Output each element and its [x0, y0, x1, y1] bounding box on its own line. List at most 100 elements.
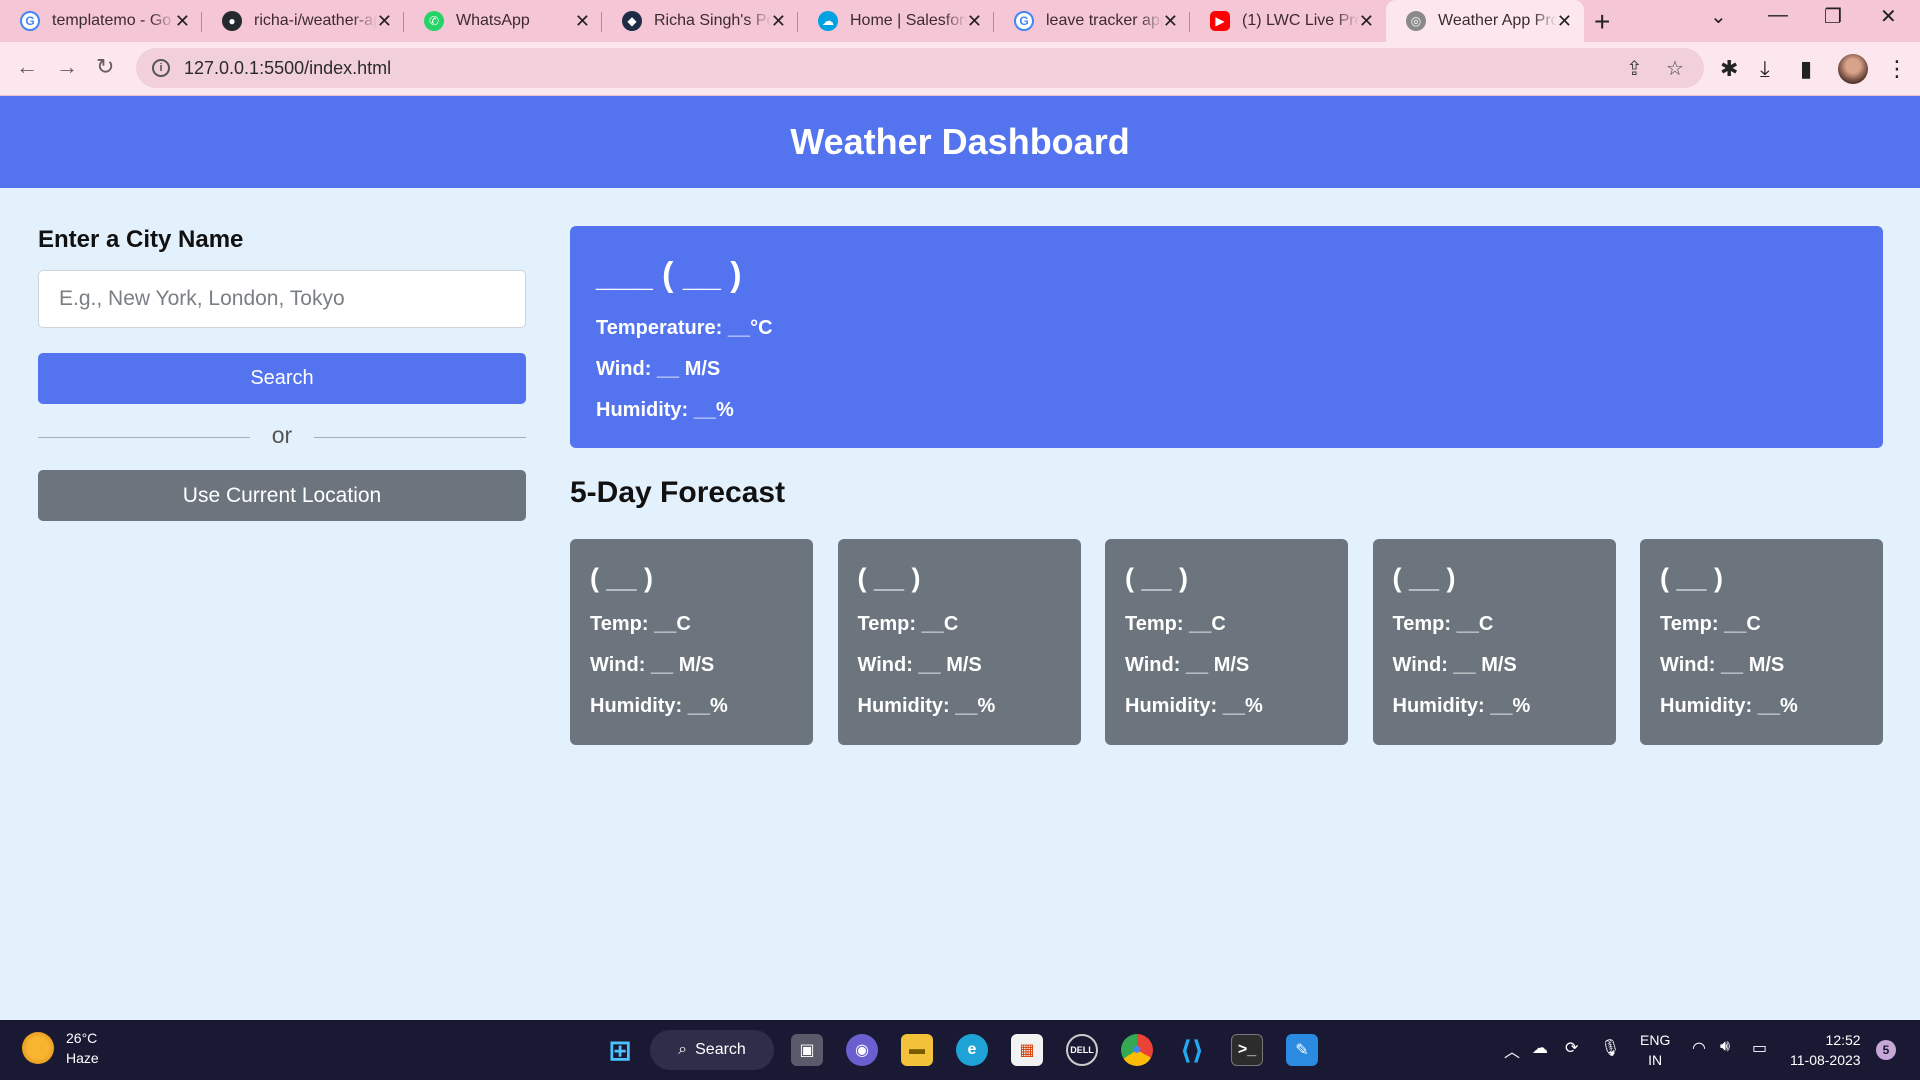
forecast-temp: Temp: __C [1392, 613, 1494, 635]
use-current-location-button[interactable]: Use Current Location [38, 470, 526, 521]
globe-icon: ◎ [1406, 11, 1426, 31]
dell-icon[interactable]: DELL [1066, 1034, 1098, 1066]
onedrive-cloud-icon[interactable]: ☁ [1532, 1038, 1548, 1058]
forecast-date: ( __ ) [1660, 563, 1724, 593]
extensions-icon[interactable]: ✱ [1720, 56, 1738, 82]
search-button[interactable]: Search [38, 353, 526, 404]
city-input[interactable] [38, 270, 526, 328]
forecast-title: 5-Day Forecast [570, 476, 786, 509]
clock-date: 11-08-2023 [1790, 1052, 1861, 1068]
search-panel: Enter a City Name Search or Use Current … [38, 226, 526, 521]
bookmark-star-icon[interactable]: ☆ [1666, 56, 1684, 81]
task-view-icon[interactable]: ▣ [791, 1034, 823, 1066]
edge-browser-icon[interactable]: e [956, 1034, 988, 1066]
teams-chat-icon[interactable]: ◉ [846, 1034, 878, 1066]
file-explorer-icon[interactable]: ▬ [901, 1034, 933, 1066]
paint-icon[interactable]: ✎ [1286, 1034, 1318, 1066]
browser-tab[interactable]: G leave tracker app ✕ [994, 0, 1190, 42]
forecast-humidity: Humidity: __% [857, 695, 996, 717]
share-icon[interactable]: ⇪ [1626, 56, 1643, 81]
microphone-icon[interactable]: 🎙︎ [1600, 1038, 1620, 1058]
language-indicator[interactable]: ENG IN [1640, 1030, 1670, 1070]
browser-tab[interactable]: G templatemo - Go ✕ [0, 0, 202, 42]
profile-avatar[interactable] [1838, 54, 1868, 84]
tab-title: WhatsApp [456, 12, 530, 29]
portfolio-icon: ◆ [622, 11, 642, 31]
back-icon[interactable]: ← [16, 54, 38, 80]
sync-icon[interactable]: ⟳ [1565, 1038, 1578, 1058]
new-tab-icon[interactable]: + [1594, 6, 1610, 38]
browser-tab[interactable]: ● richa-i/weather-ap ✕ [202, 0, 404, 42]
wifi-icon[interactable]: ◠ [1692, 1038, 1706, 1058]
vscode-icon[interactable]: ⟨⟩ [1176, 1034, 1208, 1066]
browser-toolbar: ← → ↻ i 127.0.0.1:5500/index.html ⇪ ☆ ✱ … [0, 42, 1920, 96]
google-icon: G [1014, 11, 1034, 31]
close-tab-icon[interactable]: ✕ [967, 11, 982, 32]
browser-tab[interactable]: ▶ (1) LWC Live Proje ✕ [1190, 0, 1386, 42]
taskbar-search[interactable]: ⌕ Search [650, 1030, 774, 1070]
forecast-wind: Wind: __ M/S [590, 654, 715, 676]
or-divider: or [38, 422, 526, 452]
terminal-icon[interactable]: >_ [1231, 1034, 1263, 1066]
close-window-icon[interactable]: ✕ [1880, 4, 1897, 29]
forecast-temp: Temp: __C [1660, 613, 1761, 635]
lang-top: ENG [1640, 1032, 1671, 1048]
windows-taskbar: 26°C Haze ⊞ ⌕ Search ▣ ◉ ▬ e ▦ DELL ● ⟨⟩… [0, 1020, 1920, 1080]
salesforce-icon: ☁ [818, 11, 838, 31]
forecast-humidity: Humidity: __% [1660, 695, 1798, 717]
forecast-wind: Wind: __ M/S [1392, 654, 1517, 676]
search-icon: ⌕ [678, 1041, 688, 1058]
notification-badge[interactable]: 5 [1876, 1040, 1896, 1060]
page-title: Weather Dashboard [790, 121, 1130, 162]
lang-bottom: IN [1648, 1052, 1663, 1068]
menu-kebab-icon[interactable]: ⋮ [1886, 56, 1908, 82]
battery-icon[interactable]: ▭ [1752, 1038, 1767, 1058]
current-temperature: Temperature: __°C [596, 317, 773, 339]
side-panel-icon[interactable]: ▮ [1800, 56, 1812, 82]
current-city: ___ ( __ ) [596, 256, 742, 294]
tab-title: Home | Salesforce [850, 12, 967, 29]
tab-title: richa-i/weather-ap [254, 12, 377, 29]
weather-widget[interactable]: 26°C Haze [22, 1028, 99, 1068]
forecast-card: ( __ ) Temp: __C Wind: __ M/S Humidity: … [570, 539, 813, 745]
close-tab-icon[interactable]: ✕ [575, 11, 590, 32]
reload-icon[interactable]: ↻ [96, 54, 114, 80]
github-icon: ● [222, 11, 242, 31]
close-tab-icon[interactable]: ✕ [377, 11, 392, 32]
restore-icon[interactable]: ❐ [1824, 4, 1842, 29]
forecast-humidity: Humidity: __% [590, 695, 728, 717]
tab-title: leave tracker app [1046, 12, 1163, 29]
close-tab-icon[interactable]: ✕ [1557, 11, 1572, 32]
whatsapp-icon: ✆ [424, 11, 444, 31]
forecast-date: ( __ ) [1125, 563, 1189, 593]
clock-time: 12:52 [1825, 1032, 1861, 1048]
browser-tab[interactable]: ☁ Home | Salesforce ✕ [798, 0, 994, 42]
forecast-date: ( __ ) [857, 563, 921, 593]
haze-sun-icon [22, 1032, 54, 1064]
close-tab-icon[interactable]: ✕ [1163, 11, 1178, 32]
close-tab-icon[interactable]: ✕ [175, 11, 190, 32]
show-hidden-icons-chevron-icon[interactable]: ︿ [1504, 1038, 1520, 1062]
forward-icon[interactable]: → [56, 54, 78, 80]
taskbar-search-label: Search [695, 1041, 746, 1058]
minimize-icon[interactable]: — [1768, 4, 1788, 27]
download-icon[interactable]: ⤓ [1760, 56, 1770, 82]
site-info-icon[interactable]: i [152, 59, 170, 77]
forecast-temp: Temp: __C [590, 613, 691, 635]
browser-tab[interactable]: ◆ Richa Singh's Port ✕ [602, 0, 798, 42]
system-clock[interactable]: 12:52 11-08-2023 [1790, 1030, 1861, 1070]
address-bar[interactable]: i 127.0.0.1:5500/index.html ⇪ ☆ [136, 48, 1704, 88]
tab-title: templatemo - Go [52, 12, 172, 29]
youtube-icon: ▶ [1210, 11, 1230, 31]
microsoft-store-icon[interactable]: ▦ [1011, 1034, 1043, 1066]
windows-start-icon[interactable]: ⊞ [604, 1034, 636, 1066]
forecast-card: ( __ ) Temp: __C Wind: __ M/S Humidity: … [1640, 539, 1883, 745]
close-tab-icon[interactable]: ✕ [771, 11, 786, 32]
tab-search-chevron-icon[interactable]: ⌄ [1710, 4, 1727, 29]
chrome-icon[interactable]: ● [1121, 1034, 1153, 1066]
browser-tab[interactable]: ✆ WhatsApp ✕ [404, 0, 602, 42]
close-tab-icon[interactable]: ✕ [1359, 11, 1374, 32]
browser-tab-active[interactable]: ◎ Weather App Proj ✕ [1386, 0, 1584, 42]
volume-icon[interactable]: 🔊︎ [1720, 1038, 1730, 1056]
page-header: Weather Dashboard [0, 96, 1920, 188]
